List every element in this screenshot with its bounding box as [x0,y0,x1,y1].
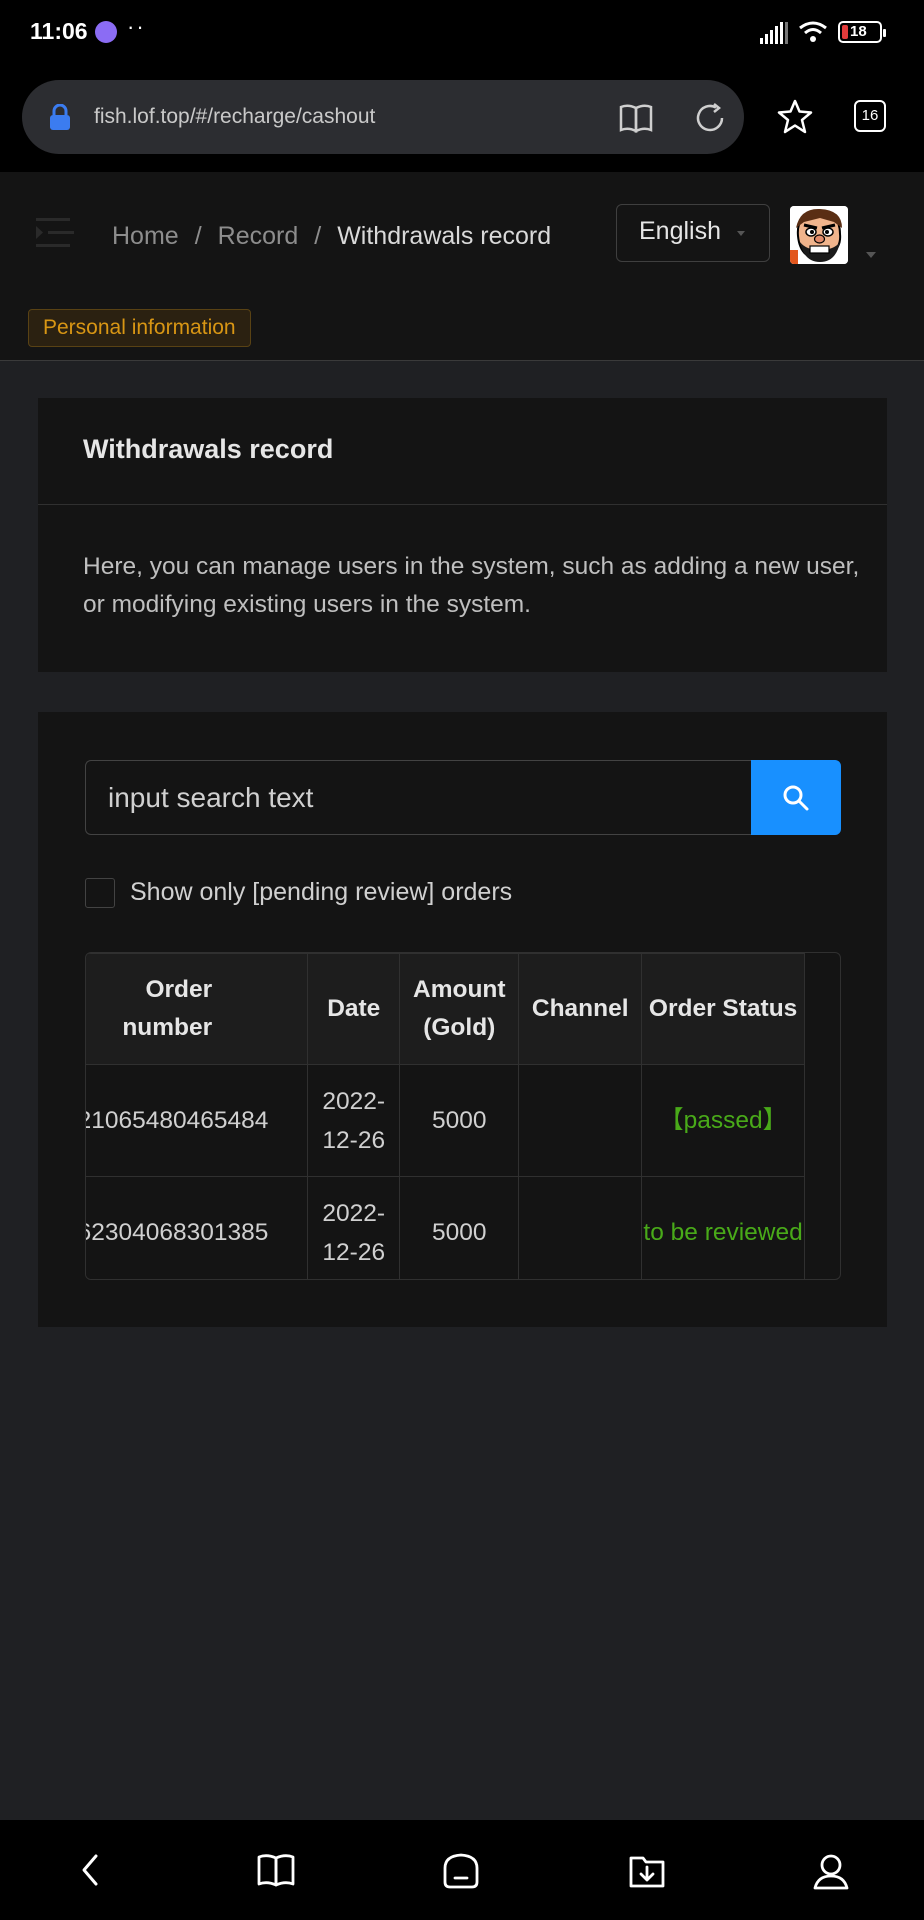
column-header-date[interactable]: Date [307,953,401,1065]
language-label: English [639,217,721,245]
address-bar[interactable]: fish.lof.top/#/recharge/cashout [22,80,744,154]
page-title: Withdrawals record [83,434,334,464]
status-bar: 11:06 ·· 18 [0,0,924,64]
language-select[interactable]: English [616,204,770,262]
search-group [85,760,841,835]
search-input[interactable] [85,760,752,835]
messenger-icon [95,21,117,43]
pending-filter-checkbox[interactable] [85,878,115,908]
tabs-count-button[interactable]: 16 [854,100,886,132]
page-description: Here, you can manage users in the system… [83,553,860,618]
reload-icon[interactable] [692,100,728,136]
column-header-amount[interactable]: Amount (Gold) [399,953,520,1065]
table-row[interactable]: 621065480465484 2022-12-26 5000 【passed】 [86,1064,805,1177]
divider [38,504,887,505]
search-button[interactable] [751,760,841,835]
breadcrumb-separator: / [314,222,322,250]
intro-card: Withdrawals record Here, you can manage … [38,398,887,672]
cell-order-number: 662304068301385 [86,1176,309,1279]
status-time: 11:06 [30,18,88,44]
breadcrumb-separator: / [194,222,202,250]
cell-amount: 5000 [399,1176,520,1279]
cell-channel [518,1176,643,1279]
cell-status: to be reviewed [641,1176,805,1279]
profile-icon[interactable] [812,1852,850,1892]
lock-icon [50,104,70,130]
app-header: Home / Record / Withdrawals record English P… [0,172,924,361]
home-icon[interactable] [441,1852,481,1890]
cell-date: 2022-12-26 [307,1064,401,1177]
records-table: Order number Date Amount (Gold) Channel … [86,953,805,1279]
bookmark-star-icon[interactable] [776,98,814,136]
avatar-dropdown-icon[interactable] [866,252,876,258]
records-card: Show only [pending review] orders Order … [38,712,887,1327]
avatar-image [790,206,848,264]
column-header-channel[interactable]: Channel [518,953,643,1065]
breadcrumb-record[interactable]: Record [218,222,299,250]
downloads-icon[interactable] [627,1852,667,1890]
records-table-scroll[interactable]: Order number Date Amount (Gold) Channel … [85,952,841,1280]
wifi-icon [799,21,827,42]
pending-filter-label[interactable]: Show only [pending review] orders [130,878,512,907]
cell-status: 【passed】 [641,1064,805,1177]
cell-date: 2022-12-26 [307,1176,401,1279]
cell-order-number: 621065480465484 [86,1064,309,1177]
notification-dots: ·· [127,14,146,39]
table-row[interactable]: 662304068301385 2022-12-26 5000 to be re… [86,1176,805,1279]
menu-unfold-icon[interactable] [36,216,76,250]
personal-information-tag[interactable]: Personal information [28,309,251,347]
battery-icon: 18 [838,21,886,43]
chevron-down-icon [737,231,745,236]
reader-mode-icon[interactable] [618,100,654,136]
avatar[interactable] [790,206,848,264]
back-icon[interactable] [76,1852,106,1888]
battery-level: 18 [850,23,867,40]
browser-toolbar: fish.lof.top/#/recharge/cashout 16 [0,64,924,172]
breadcrumb: Home / Record / Withdrawals record [112,222,551,251]
signal-icon [760,22,788,44]
url-text[interactable]: fish.lof.top/#/recharge/cashout [94,105,375,129]
table-header-row: Order number Date Amount (Gold) Channel … [86,953,805,1065]
browser-bottom-nav [0,1820,924,1920]
bookmarks-icon[interactable] [256,1852,296,1888]
column-header-status[interactable]: Order Status [641,953,805,1065]
search-icon [783,785,809,811]
breadcrumb-home[interactable]: Home [112,222,179,250]
breadcrumb-current: Withdrawals record [337,222,552,250]
cell-amount: 5000 [399,1064,520,1177]
cell-channel [518,1064,643,1177]
column-header-order-number[interactable]: Order number [86,953,309,1065]
